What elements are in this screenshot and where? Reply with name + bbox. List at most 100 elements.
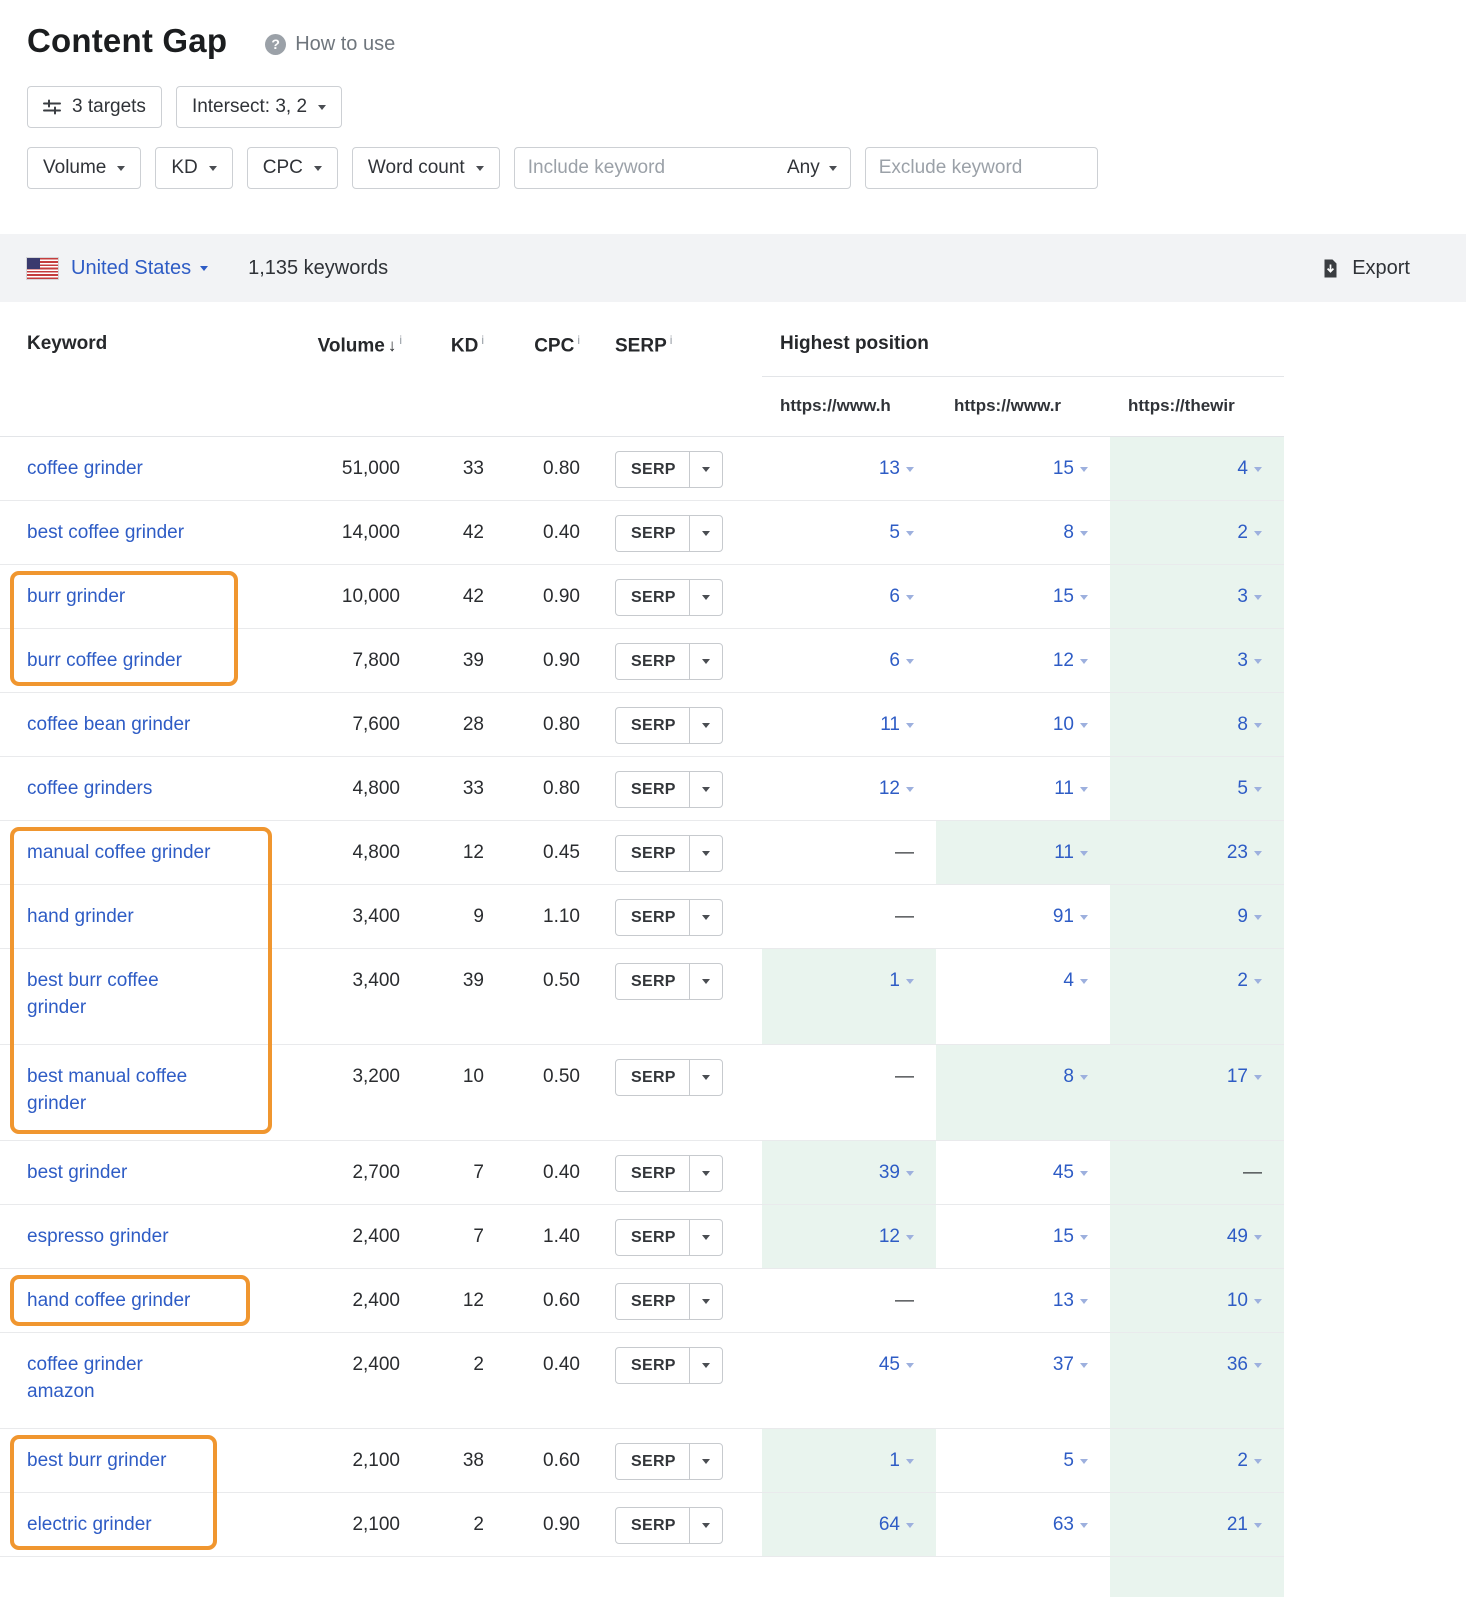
serp-button[interactable]: SERP — [615, 1443, 723, 1480]
serp-button-caret[interactable] — [690, 1348, 722, 1383]
position-value[interactable]: 11 — [1054, 842, 1088, 863]
position-value[interactable]: 2 — [1237, 522, 1262, 543]
how-to-use-link[interactable]: ? How to use — [265, 33, 395, 56]
serp-button[interactable]: SERP — [615, 1155, 723, 1192]
position-value[interactable]: 91 — [1053, 906, 1088, 927]
serp-button-caret[interactable] — [690, 1156, 722, 1191]
position-value[interactable]: 64 — [879, 1514, 914, 1535]
serp-button[interactable]: SERP — [615, 515, 723, 552]
keyword-link[interactable]: best coffee grinder — [27, 519, 184, 546]
country-selector[interactable]: United States — [71, 257, 208, 280]
position-value[interactable]: 12 — [879, 1226, 914, 1247]
serp-button-caret[interactable] — [690, 452, 722, 487]
serp-button[interactable]: SERP — [615, 1507, 723, 1544]
serp-button[interactable]: SERP — [615, 963, 723, 1000]
position-value[interactable]: 15 — [1053, 586, 1088, 607]
keyword-link[interactable]: best burr grinder — [27, 1447, 166, 1474]
keyword-link[interactable]: hand grinder — [27, 903, 134, 930]
serp-button[interactable]: SERP — [615, 1283, 723, 1320]
position-value[interactable]: 10 — [1227, 1290, 1262, 1311]
keyword-link[interactable]: coffee grinder amazon — [27, 1351, 215, 1405]
position-value[interactable]: 63 — [1053, 1514, 1088, 1535]
position-value[interactable]: 45 — [879, 1354, 914, 1375]
position-value[interactable]: 8 — [1063, 522, 1088, 543]
column-header-volume[interactable]: Volume↓i — [300, 315, 402, 377]
position-value[interactable]: 12 — [1053, 650, 1088, 671]
serp-button[interactable]: SERP — [615, 835, 723, 872]
position-value[interactable]: 3 — [1237, 586, 1262, 607]
serp-button-caret[interactable] — [690, 1508, 722, 1543]
serp-button-caret[interactable] — [690, 580, 722, 615]
serp-button[interactable]: SERP — [615, 771, 723, 808]
position-value[interactable]: 1 — [889, 1450, 914, 1471]
position-value[interactable]: 3 — [1237, 650, 1262, 671]
keyword-link[interactable]: burr coffee grinder — [27, 647, 182, 674]
kd-filter[interactable]: KD — [155, 147, 232, 189]
column-header-keyword[interactable]: Keyword — [0, 315, 300, 377]
keyword-link[interactable]: hand coffee grinder — [27, 1287, 190, 1314]
keyword-link[interactable]: electric grinder — [27, 1511, 152, 1538]
position-value[interactable]: 13 — [1053, 1290, 1088, 1311]
column-header-kd[interactable]: KDi — [402, 315, 487, 377]
serp-button[interactable]: SERP — [615, 1347, 723, 1384]
position-value[interactable]: 4 — [1237, 458, 1262, 479]
word-count-filter[interactable]: Word count — [352, 147, 500, 189]
include-keyword-input[interactable] — [515, 157, 774, 179]
position-value[interactable]: 8 — [1237, 714, 1262, 735]
keyword-link[interactable]: best burr coffee grinder — [27, 967, 215, 1021]
position-value[interactable]: 8 — [1063, 1066, 1088, 1087]
serp-button[interactable]: SERP — [615, 899, 723, 936]
position-value[interactable]: 36 — [1227, 1354, 1262, 1375]
position-value[interactable]: 23 — [1227, 842, 1262, 863]
keyword-link[interactable]: coffee bean grinder — [27, 711, 190, 738]
position-value[interactable]: 45 — [1053, 1162, 1088, 1183]
serp-button-caret[interactable] — [690, 900, 722, 935]
position-value[interactable]: 39 — [879, 1162, 914, 1183]
serp-button-caret[interactable] — [690, 964, 722, 999]
position-value[interactable]: 37 — [1053, 1354, 1088, 1375]
target-url-2[interactable]: https://www.r — [936, 377, 1110, 436]
position-value[interactable]: 12 — [879, 778, 914, 799]
keyword-link[interactable]: best manual coffee grinder — [27, 1063, 215, 1117]
serp-button-caret[interactable] — [690, 516, 722, 551]
position-value[interactable]: 15 — [1053, 458, 1088, 479]
serp-button-caret[interactable] — [690, 708, 722, 743]
serp-button-caret[interactable] — [690, 644, 722, 679]
target-url-3[interactable]: https://thewir — [1110, 377, 1284, 436]
intersect-dropdown[interactable]: Intersect: 3, 2 — [176, 86, 342, 128]
position-value[interactable]: 10 — [1053, 714, 1088, 735]
position-value[interactable]: 1 — [889, 970, 914, 991]
serp-button[interactable]: SERP — [615, 1059, 723, 1096]
volume-filter[interactable]: Volume — [27, 147, 141, 189]
position-value[interactable]: 17 — [1227, 1066, 1262, 1087]
keyword-link[interactable]: espresso grinder — [27, 1223, 169, 1250]
serp-button-caret[interactable] — [690, 1220, 722, 1255]
keyword-link[interactable]: coffee grinder — [27, 455, 143, 482]
serp-button[interactable]: SERP — [615, 643, 723, 680]
position-value[interactable]: 2 — [1237, 970, 1262, 991]
position-value[interactable]: 6 — [889, 650, 914, 671]
serp-button-caret[interactable] — [690, 836, 722, 871]
targets-button[interactable]: 3 targets — [27, 86, 162, 128]
serp-button[interactable]: SERP — [615, 707, 723, 744]
position-value[interactable]: 5 — [889, 522, 914, 543]
keyword-link[interactable]: manual coffee grinder — [27, 839, 210, 866]
position-value[interactable]: 6 — [889, 586, 914, 607]
position-value[interactable]: 9 — [1237, 906, 1262, 927]
position-value[interactable]: 4 — [1063, 970, 1088, 991]
serp-button-caret[interactable] — [690, 1444, 722, 1479]
target-url-1[interactable]: https://www.h — [762, 377, 936, 436]
serp-button-caret[interactable] — [690, 1060, 722, 1095]
position-value[interactable]: 13 — [879, 458, 914, 479]
position-value[interactable]: 11 — [1054, 778, 1088, 799]
keyword-link[interactable]: coffee grinders — [27, 775, 152, 802]
include-mode-dropdown[interactable]: Any — [774, 157, 850, 179]
serp-button[interactable]: SERP — [615, 451, 723, 488]
exclude-keyword-input[interactable] — [866, 157, 1097, 179]
position-value[interactable]: 15 — [1053, 1226, 1088, 1247]
position-value[interactable]: 11 — [880, 714, 914, 735]
keyword-link[interactable]: best grinder — [27, 1159, 127, 1186]
position-value[interactable]: 5 — [1237, 778, 1262, 799]
serp-button[interactable]: SERP — [615, 1219, 723, 1256]
position-value[interactable]: 2 — [1237, 1450, 1262, 1471]
